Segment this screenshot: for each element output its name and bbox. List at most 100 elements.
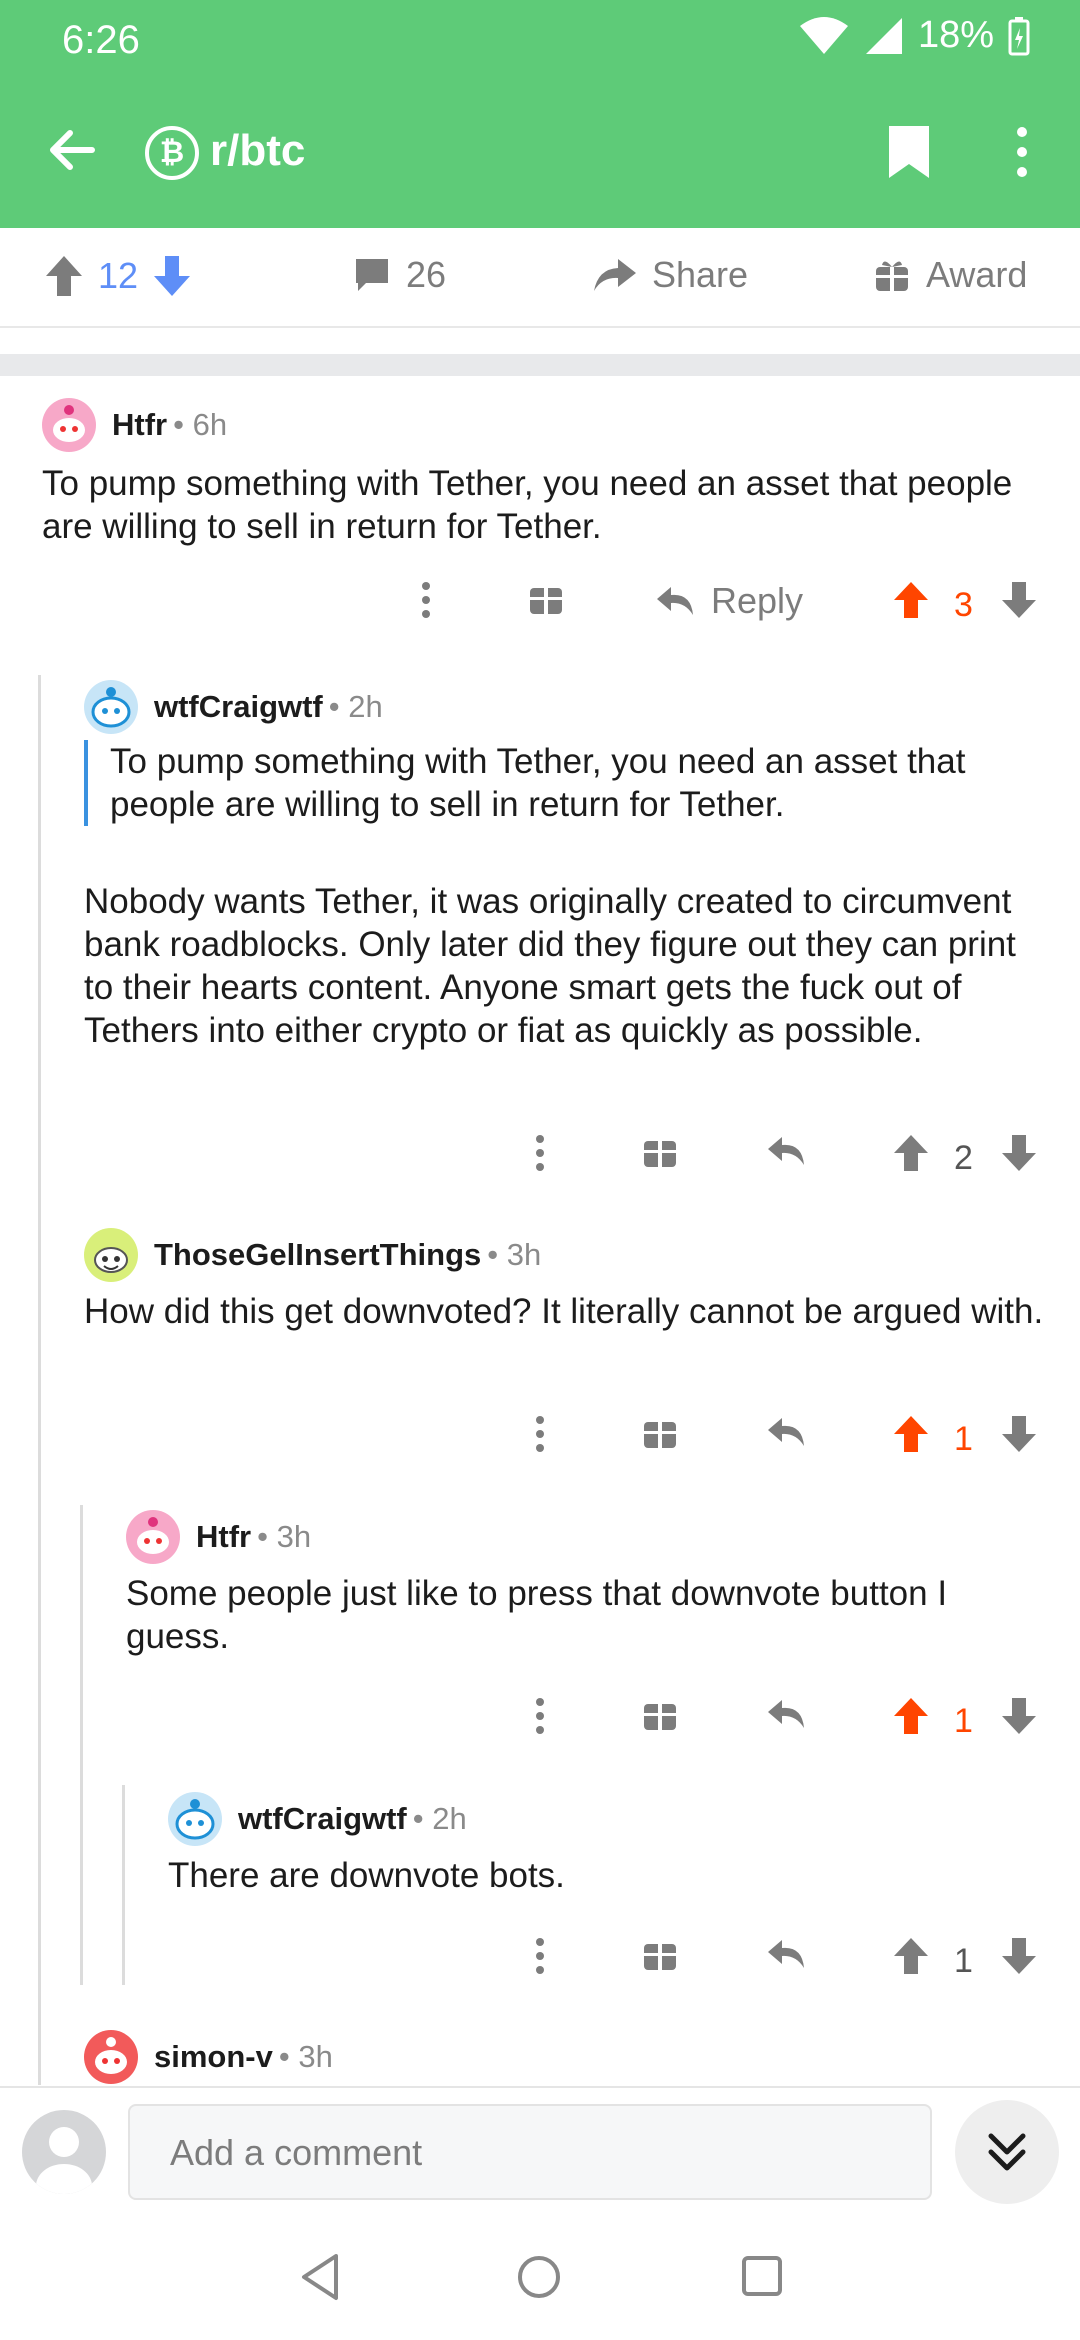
subreddit-icon[interactable]: ₿ <box>145 126 199 180</box>
reply-icon[interactable] <box>766 1414 806 1450</box>
snoo-icon <box>95 2037 127 2074</box>
time-value: 6h <box>192 407 228 442</box>
avatar[interactable] <box>126 1510 180 1564</box>
upvote-icon[interactable] <box>892 1696 930 1736</box>
time-value: 2h <box>348 689 383 724</box>
comment-body: Nobody wants Tether, it was originally c… <box>84 882 1016 1050</box>
comment-body: Some people just like to press that down… <box>126 1574 948 1656</box>
comment-score: 1 <box>954 1942 973 1980</box>
comment-time: • 3h <box>487 1237 542 1272</box>
post-action-bar: 12 26 Share Award <box>0 228 1080 328</box>
snoo-icon <box>53 405 85 442</box>
award-button[interactable]: Award <box>872 254 1027 296</box>
reply-icon[interactable] <box>766 1696 806 1732</box>
post-score: 12 <box>98 255 139 296</box>
downvote-icon[interactable] <box>152 254 192 298</box>
quoted-text: To pump something with Tether, you need … <box>84 740 1044 826</box>
gift-icon[interactable] <box>642 1936 678 1972</box>
thread-line <box>80 1505 83 1985</box>
comment-composer: Add a comment <box>0 2086 1080 2220</box>
award-label: Award <box>926 254 1028 295</box>
comment-time: • 3h <box>257 1519 312 1554</box>
upvote-icon[interactable] <box>892 1133 930 1173</box>
comment-count: 26 <box>406 254 447 295</box>
share-button[interactable]: Share <box>592 254 748 296</box>
gift-icon[interactable] <box>642 1696 678 1732</box>
avatar[interactable] <box>84 1228 138 1282</box>
time-value: 3h <box>506 1237 542 1272</box>
comment-meta: Htfr • 6h <box>42 398 227 452</box>
gift-icon[interactable] <box>642 1414 678 1450</box>
username[interactable]: simon-v <box>154 2039 273 2075</box>
nav-back-icon[interactable] <box>298 2252 342 2302</box>
username[interactable]: Htfr <box>112 407 167 443</box>
comment-meta: wtfCraigwtf • 2h <box>84 680 383 734</box>
signal-icon <box>865 17 902 54</box>
comment-actions: 1 <box>510 1414 1050 1468</box>
avatar[interactable] <box>42 398 96 452</box>
upvote-icon[interactable] <box>892 580 930 620</box>
downvote-icon[interactable] <box>1000 1936 1038 1976</box>
user-avatar[interactable] <box>22 2110 106 2194</box>
comment-actions: 1 <box>510 1696 1050 1750</box>
comments-button[interactable]: 26 <box>352 254 446 296</box>
comment-score: 2 <box>954 1139 973 1177</box>
comment-input[interactable]: Add a comment <box>128 2104 932 2200</box>
more-options-icon[interactable] <box>420 580 432 620</box>
gift-icon[interactable] <box>528 580 564 616</box>
snoo-icon <box>137 1517 169 1554</box>
reply-button[interactable]: Reply <box>655 580 803 622</box>
avatar[interactable] <box>168 1792 222 1846</box>
reply-icon[interactable] <box>766 1133 806 1169</box>
double-chevron-down-icon <box>988 2133 1026 2171</box>
comment-meta: wtfCraigwtf • 2h <box>168 1792 467 1846</box>
more-options-icon[interactable] <box>534 1936 546 1976</box>
comment-meta: Htfr • 3h <box>126 1510 311 1564</box>
gift-icon <box>876 261 908 291</box>
app-header: 6:26 18% ₿ r/btc <box>0 0 1080 228</box>
comment-body: How did this get downvoted? It literally… <box>84 1292 1044 1331</box>
more-options-icon[interactable] <box>1010 122 1034 182</box>
comment-meta: simon-v • 3h <box>84 2030 333 2084</box>
downvote-icon[interactable] <box>1000 580 1038 620</box>
person-icon <box>36 2127 92 2194</box>
comment-time: • 6h <box>173 407 228 442</box>
time-value: 2h <box>432 1801 467 1836</box>
upvote-icon[interactable] <box>892 1414 930 1454</box>
upvote-icon[interactable] <box>44 254 84 298</box>
comment-score: 1 <box>954 1420 973 1458</box>
username[interactable]: wtfCraigwtf <box>154 689 323 725</box>
downvote-icon[interactable] <box>1000 1414 1038 1454</box>
username[interactable]: wtfCraigwtf <box>238 1801 407 1837</box>
share-label: Share <box>652 254 749 295</box>
more-options-icon[interactable] <box>534 1133 546 1173</box>
comment-body: There are downvote bots. <box>168 1856 565 1895</box>
back-arrow-icon[interactable] <box>42 120 102 180</box>
comment-actions: Reply 3 <box>400 580 1050 634</box>
username[interactable]: ThoseGelInsertThings <box>154 1237 481 1273</box>
downvote-icon[interactable] <box>1000 1696 1038 1736</box>
username[interactable]: Htfr <box>196 1519 251 1555</box>
avatar[interactable] <box>84 680 138 734</box>
time-value: 3h <box>298 2039 333 2074</box>
comment-icon <box>356 259 388 291</box>
more-options-icon[interactable] <box>534 1696 546 1736</box>
subreddit-name[interactable]: r/btc <box>210 126 305 176</box>
reply-icon[interactable] <box>766 1936 806 1972</box>
comment-actions: 1 <box>510 1936 1050 1990</box>
comment-time: • 3h <box>278 2039 333 2074</box>
bookmark-icon[interactable] <box>885 124 933 180</box>
upvote-icon[interactable] <box>892 1936 930 1976</box>
gift-icon[interactable] <box>642 1133 678 1169</box>
jump-to-next-button[interactable] <box>955 2100 1059 2204</box>
comment-time: • 2h <box>328 689 383 724</box>
wifi-icon <box>799 16 848 54</box>
comment-score: 1 <box>954 1702 973 1740</box>
nav-recents-icon[interactable] <box>740 2254 784 2298</box>
more-options-icon[interactable] <box>534 1414 546 1454</box>
downvote-icon[interactable] <box>1000 1133 1038 1173</box>
nav-home-icon[interactable] <box>516 2254 562 2300</box>
avatar[interactable] <box>84 2030 138 2084</box>
reply-icon <box>657 587 693 615</box>
comment-body: To pump something with Tether, you need … <box>42 464 1013 546</box>
